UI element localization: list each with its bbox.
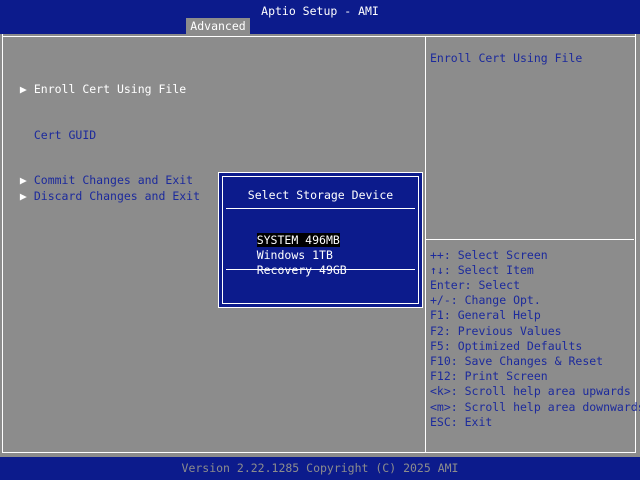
hint-enter-select: Enter: Select (430, 278, 521, 292)
hint-change-opt: +/-: Change Opt. (430, 293, 541, 307)
dialog-separator-bottom (226, 269, 415, 270)
menu-item-enroll-cert[interactable]: ▶ Enroll Cert Using File (6, 65, 186, 97)
hint-optimized-defaults: F5: Optimized Defaults (430, 339, 583, 353)
select-storage-dialog: Select Storage Device SYSTEM 496MB Windo… (218, 172, 423, 308)
menu-item-label: Enroll Cert Using File (33, 82, 187, 96)
hint-save-reset: F10: Save Changes & Reset (430, 354, 604, 368)
hint-select-screen: ++: Select Screen (430, 248, 548, 262)
help-title: Enroll Cert Using File (430, 51, 583, 65)
version-text: Version 2.22.1285 Copyright (C) 2025 AMI (181, 461, 459, 475)
option-label: Recovery 49GB (256, 263, 347, 277)
triangle-right-icon: ▶ (19, 189, 27, 203)
menu-item-label: Discard Changes and Exit (33, 189, 201, 203)
triangle-right-icon: ▶ (19, 82, 27, 96)
frame-top-border (2, 36, 636, 37)
hint-scroll-down: <m>: Scroll help area downwards (430, 400, 640, 414)
menu-item-discard-changes[interactable]: ▶ Discard Changes and Exit (6, 172, 200, 204)
app-title: Aptio Setup - AMI (261, 4, 379, 18)
hint-previous-values: F2: Previous Values (430, 324, 562, 338)
hint-exit: ESC: Exit (430, 415, 493, 429)
help-divider-horizontal (426, 239, 634, 240)
hint-select-item: ↑↓: Select Item (430, 263, 534, 277)
hint-general-help: F1: General Help (430, 308, 541, 322)
menu-item-label: Cert GUID (33, 128, 97, 142)
dialog-title: Select Storage Device (247, 188, 394, 202)
option-recovery[interactable]: Recovery 49GB (229, 248, 347, 293)
tab-advanced[interactable]: Advanced (186, 18, 250, 34)
menu-item-cert-guid[interactable]: Cert GUID (6, 111, 96, 143)
hint-scroll-up: <k>: Scroll help area upwards (430, 384, 631, 398)
dialog-separator-top (226, 208, 415, 209)
hint-print-screen: F12: Print Screen (430, 369, 548, 383)
panel-divider-vertical (425, 36, 426, 452)
